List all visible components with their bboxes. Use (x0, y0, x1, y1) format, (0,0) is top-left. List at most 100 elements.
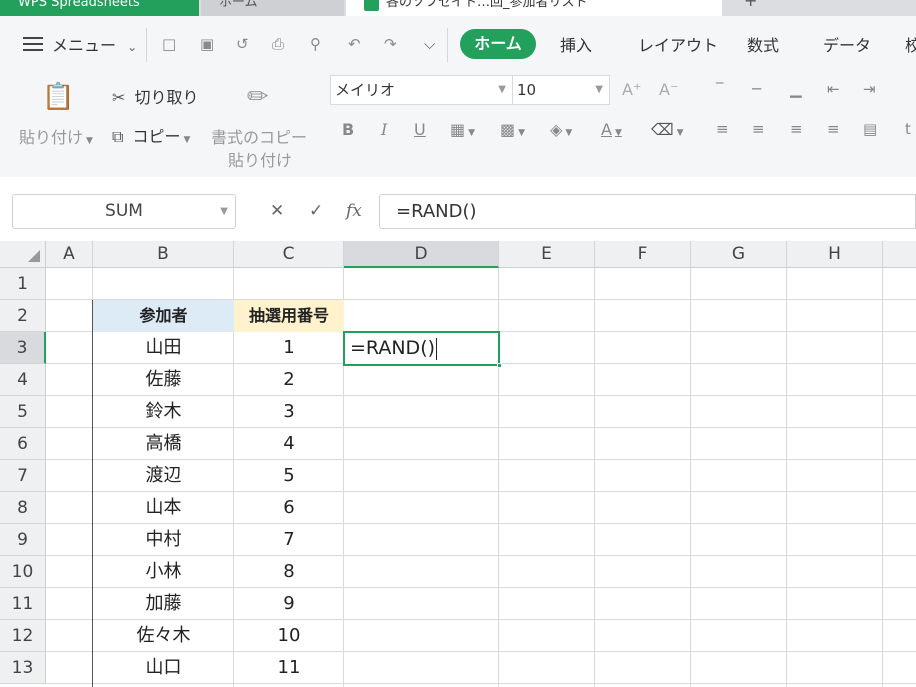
align-bottom-icon[interactable]: ▁ (790, 80, 802, 98)
row-header-6[interactable]: 6 (0, 428, 46, 460)
new-tab-plus-icon[interactable]: + (744, 0, 757, 10)
cell-style-icon[interactable]: ▩ ▼ (500, 120, 525, 139)
font-color-icon[interactable]: A ▼ (601, 120, 622, 139)
column-header-b[interactable]: B (93, 241, 234, 268)
cell-participant[interactable]: 小林 (93, 556, 234, 588)
font-size-select[interactable]: 10 ▼ (512, 75, 610, 105)
tab-wps-spreadsheets[interactable]: WPS Spreadsheets (0, 0, 199, 16)
cell-participant[interactable]: 山田 (93, 332, 234, 364)
row-header-2[interactable]: 2 (0, 300, 46, 332)
row-header-12[interactable]: 12 (0, 620, 46, 652)
table-header-lottery-number[interactable]: 抽選用番号 (234, 300, 344, 332)
cell-lottery-number[interactable]: 8 (234, 556, 344, 588)
tab-document[interactable]: 各のソフセイト…回_参加者リスト (346, 0, 722, 16)
cell-participant[interactable]: 佐々木 (93, 620, 234, 652)
paste-clipboard-icon[interactable]: 📋 (42, 82, 74, 112)
row-header-9[interactable]: 9 (0, 524, 46, 556)
customize-dropdown-icon[interactable]: ⌵ (424, 35, 435, 53)
align-right-icon[interactable]: ≡ (790, 120, 803, 138)
cell-lottery-number[interactable]: 7 (234, 524, 344, 556)
ribbon-tab-data[interactable]: データ (823, 32, 871, 56)
print-preview-icon[interactable]: ⚲ (310, 35, 321, 53)
column-header-f[interactable]: F (595, 241, 691, 268)
increase-indent-icon[interactable]: ⇥ (863, 80, 876, 98)
menu-button[interactable]: メニュー ⌄ (52, 32, 137, 56)
row-header-5[interactable]: 5 (0, 396, 46, 428)
column-header-i[interactable] (883, 241, 916, 268)
row-header-4[interactable]: 4 (0, 364, 46, 396)
column-header-c[interactable]: C (234, 241, 344, 268)
open-folder-icon[interactable]: □ (162, 35, 176, 53)
print-icon[interactable]: ⎙ (272, 35, 284, 53)
paste-button[interactable]: 貼り付け ▼ (19, 124, 93, 148)
column-header-d[interactable]: D (344, 241, 499, 268)
table-header-participant[interactable]: 参加者 (93, 300, 234, 332)
row-header-3[interactable]: 3 (0, 332, 46, 364)
ribbon-tab-layout[interactable]: レイアウト (638, 32, 718, 56)
borders-icon[interactable]: ▦ ▼ (450, 120, 475, 139)
italic-button[interactable]: I (381, 120, 387, 139)
font-name-select[interactable]: メイリオ ▼ (330, 75, 513, 105)
save-icon[interactable]: ▣ (200, 35, 214, 53)
row-header-10[interactable]: 10 (0, 556, 46, 588)
fill-color-icon[interactable]: ◈ ▼ (550, 120, 572, 139)
align-top-icon[interactable]: ‾ (716, 80, 724, 98)
tab-home-page[interactable]: ホーム (201, 0, 344, 16)
select-all-corner[interactable] (0, 241, 46, 268)
insert-function-icon[interactable]: fx (346, 201, 362, 221)
active-cell-editor[interactable]: =RAND() (343, 331, 502, 368)
align-center-icon[interactable]: ≡ (752, 120, 765, 138)
row-header-7[interactable]: 7 (0, 460, 46, 492)
column-header-g[interactable]: G (691, 241, 787, 268)
cell-lottery-number[interactable]: 2 (234, 364, 344, 396)
cell-lottery-number[interactable]: 4 (234, 428, 344, 460)
cell-lottery-number[interactable]: 11 (234, 652, 344, 684)
wrap-text-icon[interactable]: t (905, 120, 911, 138)
fill-handle[interactable] (497, 363, 502, 368)
column-header-e[interactable]: E (499, 241, 595, 268)
increase-font-icon[interactable]: A⁺ (622, 80, 641, 99)
row-header-8[interactable]: 8 (0, 492, 46, 524)
format-painter-label[interactable]: 書式のコピー (211, 124, 307, 148)
cell-lottery-number[interactable]: 6 (234, 492, 344, 524)
hamburger-menu-icon[interactable] (23, 37, 43, 51)
decrease-indent-icon[interactable]: ⇤ (827, 80, 840, 98)
spreadsheet-grid[interactable]: A B C D E F G H 1 2 3 4 5 6 7 8 9 10 11 … (0, 241, 916, 687)
cell-participant[interactable]: 佐藤 (93, 364, 234, 396)
row-header-13[interactable]: 13 (0, 652, 46, 684)
cut-button[interactable]: ✂ 切り取り (112, 84, 199, 108)
cell-lottery-number[interactable]: 5 (234, 460, 344, 492)
confirm-formula-icon[interactable]: ✓ (309, 201, 323, 221)
row-header-11[interactable]: 11 (0, 588, 46, 620)
cell-lottery-number[interactable]: 9 (234, 588, 344, 620)
ribbon-tab-review[interactable]: 校 (905, 32, 916, 56)
cell-participant[interactable]: 高橋 (93, 428, 234, 460)
cell-participant[interactable]: 山本 (93, 492, 234, 524)
row-header-1[interactable]: 1 (0, 268, 46, 300)
copy-button[interactable]: ⧉ コピー ▼ (112, 123, 190, 147)
undo-icon[interactable]: ↶ (348, 35, 361, 53)
cell-lottery-number[interactable]: 10 (234, 620, 344, 652)
cell-lottery-number[interactable]: 1 (234, 332, 344, 364)
redo-icon[interactable]: ↷ (384, 35, 397, 53)
clear-eraser-icon[interactable]: ⌫ ▼ (651, 120, 684, 139)
cancel-formula-icon[interactable]: ✕ (270, 201, 284, 221)
distributed-icon[interactable]: ▤ (863, 120, 877, 138)
cell-participant[interactable]: 山口 (93, 652, 234, 684)
formula-input[interactable]: =RAND() (379, 194, 916, 229)
justify-icon[interactable]: ≡ (827, 120, 840, 138)
cell-participant[interactable]: 中村 (93, 524, 234, 556)
ribbon-tab-insert[interactable]: 挿入 (560, 32, 592, 56)
ribbon-tab-formulas[interactable]: 数式 (747, 32, 779, 56)
ribbon-tab-home[interactable]: ホーム (460, 29, 536, 59)
align-middle-icon[interactable]: ─ (752, 80, 761, 98)
cell-participant[interactable]: 鈴木 (93, 396, 234, 428)
export-icon[interactable]: ↺ (236, 35, 249, 53)
cell-lottery-number[interactable]: 3 (234, 396, 344, 428)
name-box[interactable]: SUM ▼ (12, 194, 236, 229)
cell-participant[interactable]: 加藤 (93, 588, 234, 620)
align-left-icon[interactable]: ≡ (716, 120, 729, 138)
cell-participant[interactable]: 渡辺 (93, 460, 234, 492)
column-header-a[interactable]: A (46, 241, 93, 268)
column-header-h[interactable]: H (787, 241, 883, 268)
